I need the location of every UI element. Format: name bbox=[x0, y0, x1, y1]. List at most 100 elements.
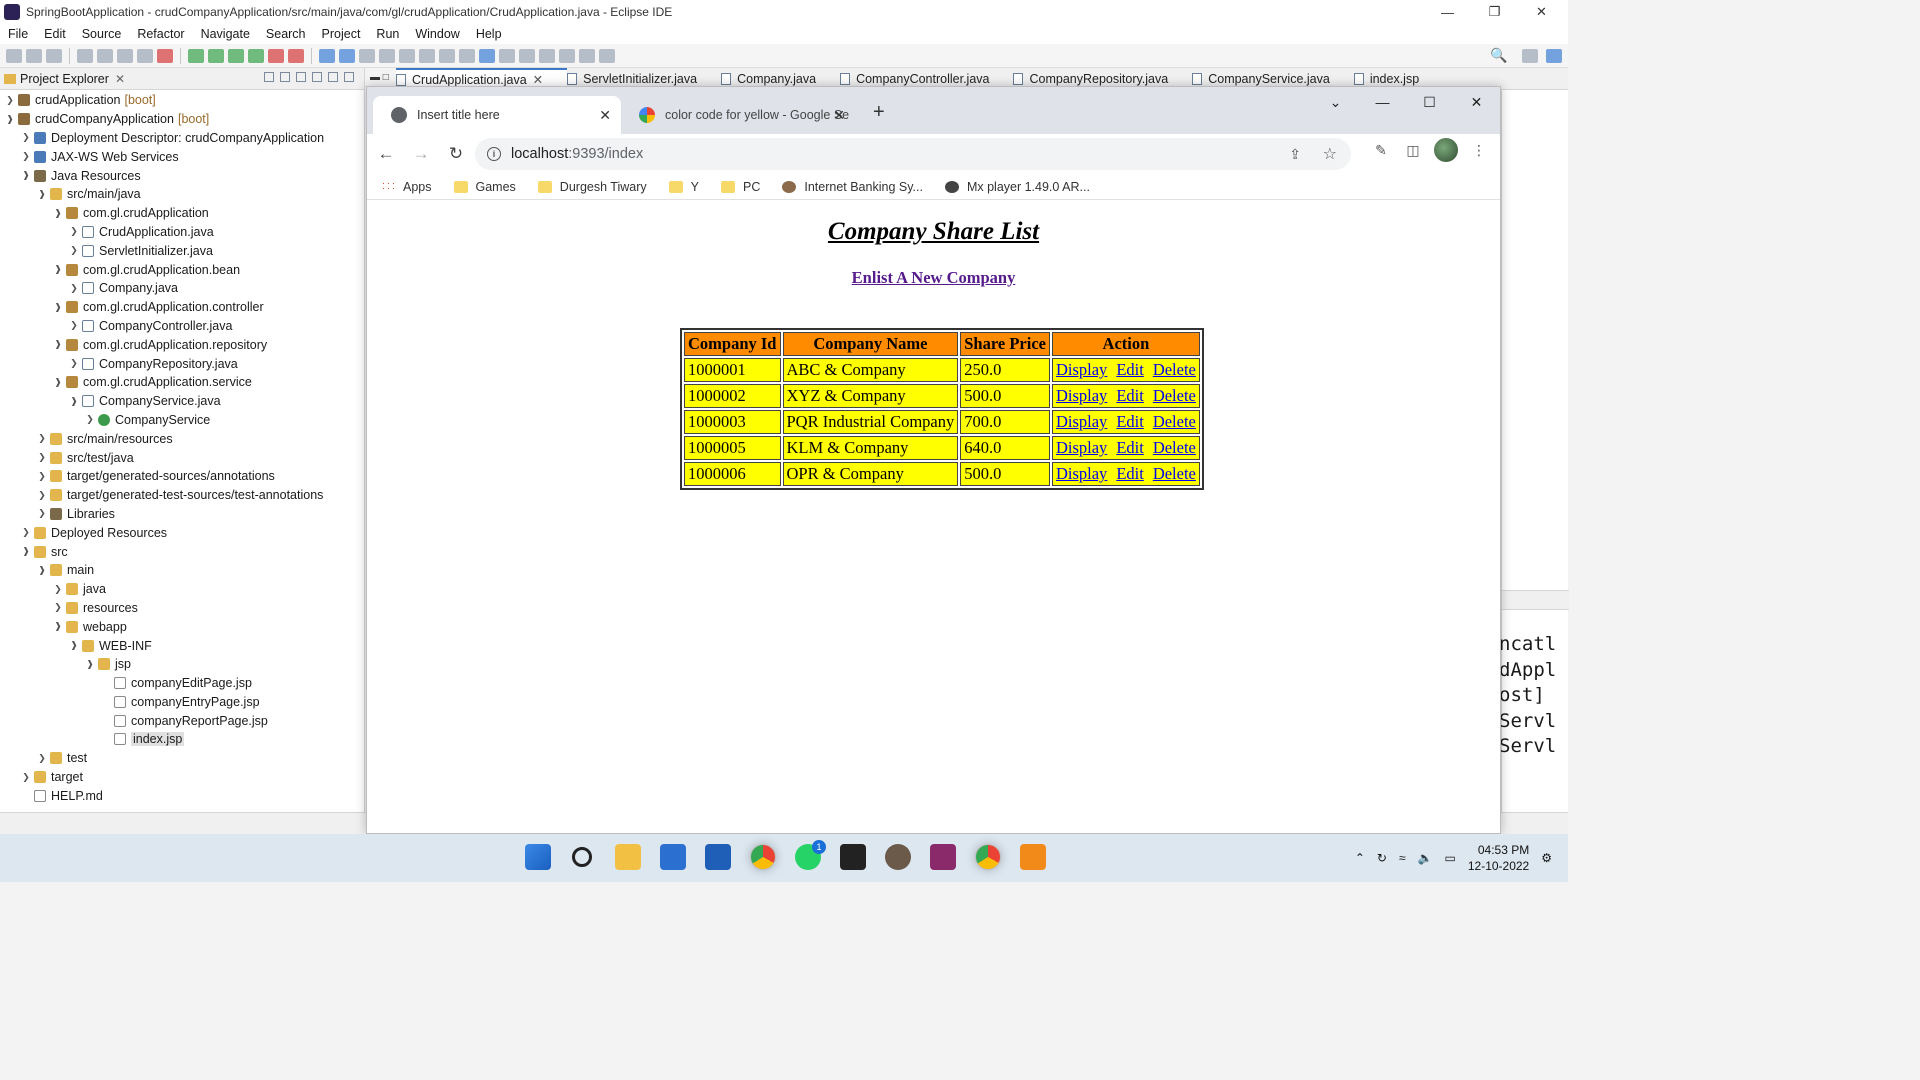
pin-editor-icon[interactable] bbox=[599, 48, 615, 63]
maximize-view-icon[interactable] bbox=[344, 72, 354, 82]
extensions-puzzle-icon[interactable]: ✎ bbox=[1370, 139, 1392, 161]
tree-item[interactable]: ❯ Company.java bbox=[0, 279, 364, 298]
tree-item[interactable]: ❱ src/main/java bbox=[0, 185, 364, 204]
menu-source[interactable]: Source bbox=[74, 27, 130, 41]
search-icon[interactable]: 🔍 bbox=[1490, 47, 1507, 64]
terminal-icon[interactable] bbox=[840, 844, 866, 870]
tree-item[interactable]: ❯ CrudApplication.java bbox=[0, 223, 364, 242]
tree-item[interactable]: ❱ crudCompanyApplication [boot] bbox=[0, 110, 364, 129]
bookmark-apps[interactable]: Apps bbox=[381, 180, 432, 194]
chevron-down-icon[interactable]: ❱ bbox=[52, 208, 64, 219]
chevron-up-icon[interactable]: ⌃ bbox=[1355, 851, 1365, 865]
chevron-right-icon[interactable]: ❯ bbox=[4, 95, 16, 106]
chevron-right-icon[interactable]: ❯ bbox=[52, 584, 64, 595]
stop-icon[interactable] bbox=[268, 48, 284, 63]
editor-tab-companycontroller[interactable]: CompanyController.java bbox=[840, 72, 1013, 86]
microsoft-store-icon[interactable] bbox=[660, 844, 686, 870]
bookmark-internet-banking[interactable]: Internet Banking Sy... bbox=[782, 180, 923, 194]
tree-item[interactable]: ❯ Deployed Resources bbox=[0, 523, 364, 542]
tree-item[interactable]: ❱ webapp bbox=[0, 617, 364, 636]
sublime-text-icon[interactable] bbox=[1020, 844, 1046, 870]
tree-item[interactable]: ❱ CompanyService.java bbox=[0, 392, 364, 411]
chevron-down-icon[interactable]: ❱ bbox=[52, 377, 64, 388]
new-tab-icon[interactable]: + bbox=[873, 101, 885, 124]
suspend-icon[interactable] bbox=[137, 48, 153, 63]
show-whitespace-icon[interactable] bbox=[459, 48, 475, 63]
tree-item[interactable]: companyEditPage.jsp bbox=[0, 674, 364, 693]
chevron-down-icon[interactable]: ❱ bbox=[52, 339, 64, 350]
close-icon[interactable]: ✕ bbox=[1518, 0, 1565, 24]
display-link[interactable]: Display bbox=[1056, 412, 1107, 431]
display-link[interactable]: Display bbox=[1056, 360, 1107, 379]
chevron-down-icon[interactable]: ❱ bbox=[52, 621, 64, 632]
site-info-icon[interactable]: i bbox=[487, 147, 501, 161]
close-tab-icon[interactable]: ✕ bbox=[599, 107, 611, 124]
forward-icon[interactable] bbox=[579, 48, 595, 63]
edit-link[interactable]: Edit bbox=[1116, 438, 1144, 457]
close-tab-icon[interactable]: ✕ bbox=[833, 107, 845, 124]
save-icon[interactable] bbox=[26, 48, 42, 63]
spring-boot-icon[interactable] bbox=[188, 48, 204, 63]
block-selection-icon[interactable] bbox=[439, 48, 455, 63]
editor-tab-company[interactable]: Company.java bbox=[721, 72, 840, 86]
bookmark-pc[interactable]: PC bbox=[720, 180, 760, 194]
chevron-down-icon[interactable]: ❱ bbox=[36, 189, 48, 200]
tree-item[interactable]: ❯ Libraries bbox=[0, 505, 364, 524]
display-link[interactable]: Display bbox=[1056, 464, 1107, 483]
editor-tab-companyservice[interactable]: CompanyService.java bbox=[1192, 72, 1354, 86]
chevron-right-icon[interactable]: ❯ bbox=[36, 508, 48, 519]
chevron-down-icon[interactable]: ❱ bbox=[52, 264, 64, 275]
chevron-right-icon[interactable]: ❯ bbox=[36, 753, 48, 764]
open-perspective-icon[interactable] bbox=[1522, 48, 1538, 63]
sync-icon[interactable]: ↻ bbox=[1377, 851, 1387, 865]
reload-icon[interactable]: ↻ bbox=[440, 138, 472, 170]
tree-item[interactable]: ❱ jsp bbox=[0, 655, 364, 674]
terminate-icon[interactable] bbox=[157, 48, 173, 63]
restore-icon[interactable]: ❐ bbox=[1471, 0, 1518, 24]
tree-item[interactable]: ❯ resources bbox=[0, 599, 364, 618]
tree-item[interactable]: ❱ com.gl.crudApplication.controller bbox=[0, 298, 364, 317]
chevron-right-icon[interactable]: ❯ bbox=[36, 452, 48, 463]
save-all-icon[interactable] bbox=[46, 48, 62, 63]
chevron-right-icon[interactable]: ❯ bbox=[68, 358, 80, 369]
minimize-view-icon[interactable] bbox=[328, 72, 338, 82]
bookmark-durgesh-tiwary[interactable]: Durgesh Tiwary bbox=[537, 180, 647, 194]
browser-tab[interactable]: color code for yellow - Google Se ✕ bbox=[621, 96, 855, 134]
menu-project[interactable]: Project bbox=[314, 27, 369, 41]
browser-tab-active[interactable]: Insert title here ✕ bbox=[373, 96, 621, 134]
link-with-editor-icon[interactable] bbox=[280, 72, 290, 82]
maximize-icon[interactable]: ☐ bbox=[1406, 87, 1453, 117]
web-browser-icon[interactable] bbox=[479, 48, 495, 63]
display-link[interactable]: Display bbox=[1056, 438, 1107, 457]
file-explorer-icon[interactable] bbox=[615, 844, 641, 870]
tree-item[interactable]: ❱ src bbox=[0, 542, 364, 561]
menu-window[interactable]: Window bbox=[407, 27, 467, 41]
delete-link[interactable]: Delete bbox=[1153, 438, 1196, 457]
tree-item[interactable]: ❯ CompanyRepository.java bbox=[0, 354, 364, 373]
tree-item[interactable]: ❱ com.gl.crudApplication.service bbox=[0, 373, 364, 392]
open-type-icon[interactable] bbox=[359, 48, 375, 63]
terminal-icon[interactable] bbox=[77, 48, 93, 63]
word-icon[interactable] bbox=[705, 844, 731, 870]
bookmark-mx-player[interactable]: Mx player 1.49.0 AR... bbox=[944, 180, 1090, 194]
share-icon[interactable]: ⇪ bbox=[1289, 146, 1301, 163]
tree-item[interactable]: ❱ com.gl.crudApplication bbox=[0, 204, 364, 223]
profile-avatar[interactable] bbox=[1434, 138, 1458, 162]
back-icon[interactable] bbox=[559, 48, 575, 63]
menu-edit[interactable]: Edit bbox=[36, 27, 74, 41]
chevron-right-icon[interactable]: ❯ bbox=[20, 772, 32, 783]
chevron-right-icon[interactable]: ❯ bbox=[68, 245, 80, 256]
chevron-right-icon[interactable]: ❯ bbox=[20, 151, 32, 162]
tree-item[interactable]: ❱ com.gl.crudApplication.repository bbox=[0, 335, 364, 354]
side-panel-icon[interactable]: ◫ bbox=[1402, 139, 1424, 161]
delete-link[interactable]: Delete bbox=[1153, 360, 1196, 379]
editor-tab-companyrepository[interactable]: CompanyRepository.java bbox=[1013, 72, 1192, 86]
last-edit-icon[interactable] bbox=[539, 48, 555, 63]
chevron-down-icon[interactable]: ❱ bbox=[68, 396, 80, 407]
delete-link[interactable]: Delete bbox=[1153, 386, 1196, 405]
debug-icon[interactable] bbox=[208, 48, 224, 63]
tree-item[interactable]: ❱ com.gl.crudApplication.bean bbox=[0, 260, 364, 279]
tree-item[interactable]: companyReportPage.jsp bbox=[0, 711, 364, 730]
editor-tab-servletinitializer[interactable]: ServletInitializer.java bbox=[567, 72, 721, 86]
tree-item[interactable]: companyEntryPage.jsp bbox=[0, 693, 364, 712]
